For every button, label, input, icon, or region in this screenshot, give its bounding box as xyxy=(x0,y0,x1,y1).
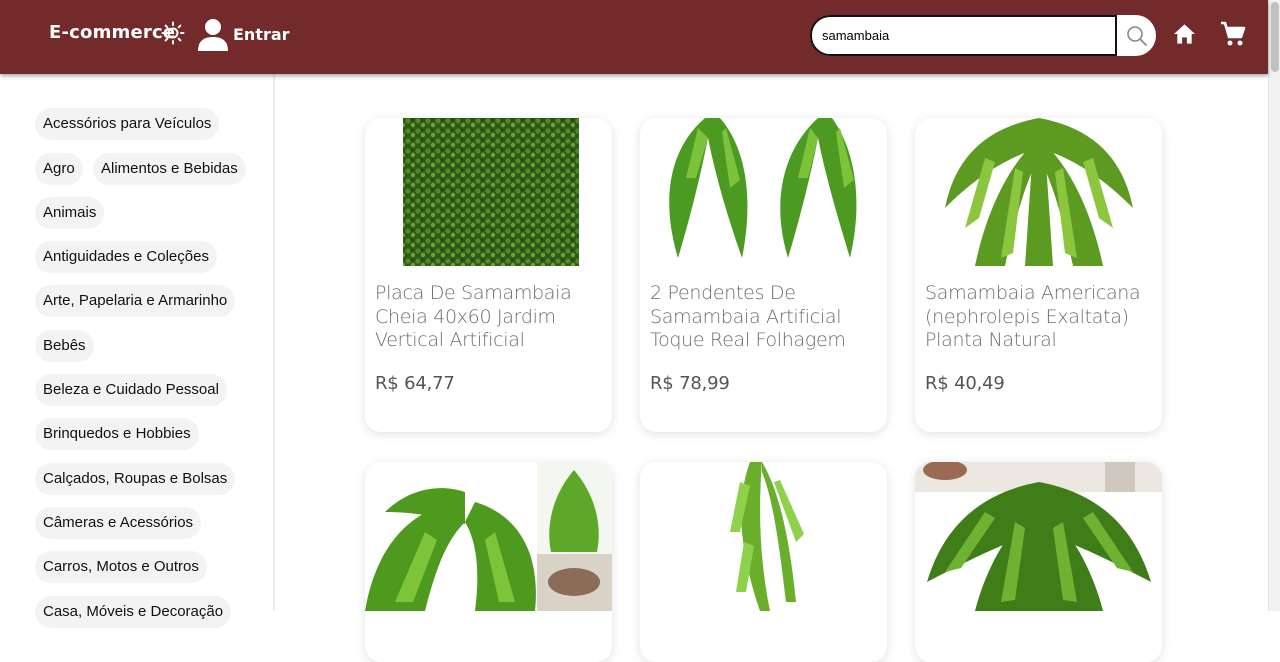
product-card[interactable] xyxy=(915,462,1162,662)
product-image xyxy=(403,118,579,266)
top-navbar: E-commerce Entrar xyxy=(0,0,1268,74)
product-image xyxy=(945,118,1133,266)
product-title[interactable]: 2 Pendentes De Samambaia Artificial Toqu… xyxy=(650,282,880,353)
search-icon xyxy=(1126,25,1147,46)
product-card[interactable]: Samambaia Americana (nephrolepis Exaltat… xyxy=(915,118,1162,432)
category-chip[interactable]: Antiguidades e Coleções xyxy=(35,241,217,273)
category-sidebar: Acessórios para Veículos Agro Alimentos … xyxy=(0,74,275,628)
category-chip[interactable]: Câmeras e Acessórios xyxy=(35,507,202,539)
product-price: R$ 78,99 xyxy=(650,373,730,394)
brand-logo[interactable]: E-commerce xyxy=(49,22,175,43)
product-card[interactable] xyxy=(640,462,887,662)
product-image xyxy=(669,118,857,258)
product-price: R$ 64,77 xyxy=(375,373,455,394)
product-price: R$ 40,49 xyxy=(925,373,1005,394)
product-title[interactable]: Samambaia Americana (nephrolepis Exaltat… xyxy=(925,282,1155,353)
product-image xyxy=(365,462,612,611)
category-chip[interactable]: Acessórios para Veículos xyxy=(35,108,220,140)
product-card[interactable] xyxy=(365,462,612,662)
search-button[interactable] xyxy=(1117,15,1156,56)
home-icon[interactable] xyxy=(1173,23,1196,45)
category-chip[interactable]: Calçados, Roupas e Bolsas xyxy=(35,463,236,495)
product-card[interactable]: 2 Pendentes De Samambaia Artificial Toqu… xyxy=(640,118,887,432)
product-card[interactable]: Placa De Samambaia Cheia 40x60 Jardim Ve… xyxy=(365,118,612,432)
login-link[interactable]: Entrar xyxy=(233,25,290,44)
user-icon[interactable] xyxy=(197,18,229,52)
category-chip[interactable]: Casa, Móveis e Decoração xyxy=(35,596,232,628)
category-chip[interactable]: Agro xyxy=(35,153,83,185)
scrollbar-thumb[interactable] xyxy=(1271,2,1279,72)
category-chip[interactable]: Carros, Motos e Outros xyxy=(35,551,207,583)
category-chip[interactable]: Bebês xyxy=(35,330,94,362)
product-title[interactable]: Placa De Samambaia Cheia 40x60 Jardim Ve… xyxy=(375,282,605,353)
cart-icon[interactable] xyxy=(1219,20,1247,48)
search-input[interactable] xyxy=(810,15,1117,56)
category-chip[interactable]: Arte, Papelaria e Armarinho xyxy=(35,285,236,317)
product-image xyxy=(915,462,1162,611)
category-chip[interactable]: Alimentos e Bebidas xyxy=(93,153,246,185)
category-chip[interactable]: Brinquedos e Hobbies xyxy=(35,418,199,450)
product-image xyxy=(730,462,804,611)
category-chip[interactable]: Animais xyxy=(35,197,105,229)
category-chip[interactable]: Beleza e Cuidado Pessoal xyxy=(35,374,227,406)
search-bar xyxy=(810,15,1156,56)
theme-toggle-icon[interactable] xyxy=(161,21,185,45)
page-scrollbar[interactable] xyxy=(1268,0,1280,611)
